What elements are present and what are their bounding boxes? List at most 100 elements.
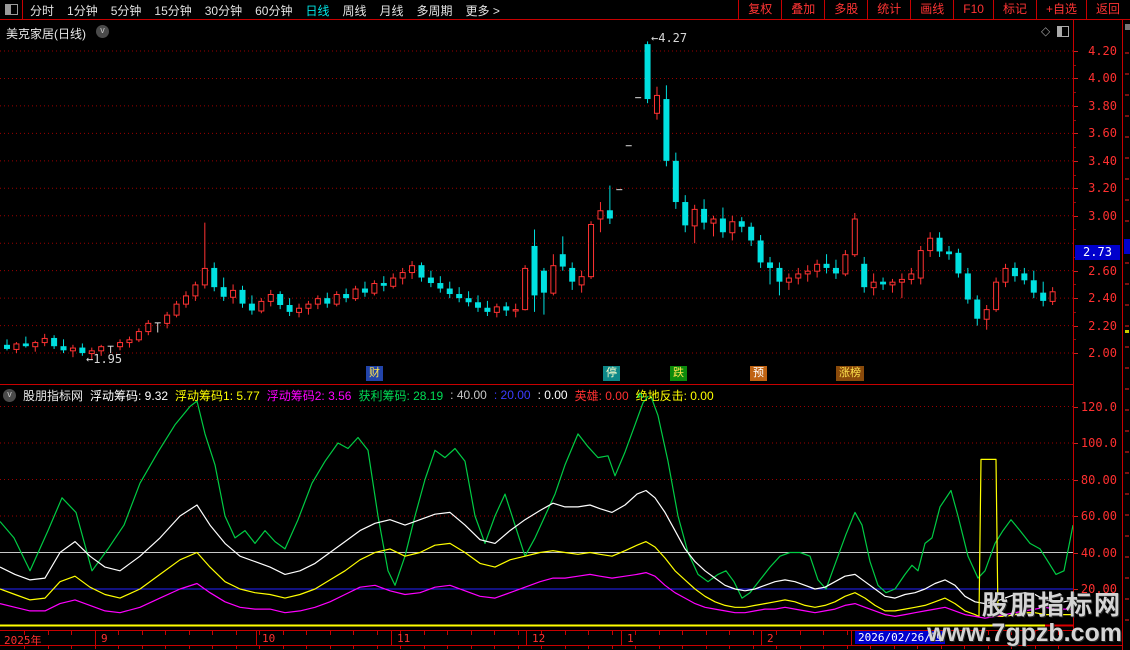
sliver-tick (189, 646, 190, 649)
price-minor-tick (1074, 229, 1076, 230)
date-minor-tick (753, 631, 754, 635)
date-minor-tick (283, 631, 284, 635)
price-label-4.00: 4.00 (1075, 71, 1117, 85)
sliver-tick (612, 646, 613, 649)
indicator-value-8: 绝地反击: 0.00 (636, 387, 714, 404)
info-badge-2[interactable]: 跌 (670, 366, 687, 381)
toolbar-button-1[interactable]: 叠加 (781, 0, 824, 20)
sliver-tick (682, 646, 683, 649)
toolbar-button-7[interactable]: +自选 (1036, 0, 1086, 20)
price-tick (1074, 271, 1078, 272)
date-minor-tick (306, 631, 307, 635)
indicator-tick (1074, 516, 1078, 517)
price-label-3.80: 3.80 (1075, 99, 1117, 113)
tab-9[interactable]: 多周期 (417, 2, 453, 19)
clipped-text-mark (1125, 577, 1129, 579)
tab-1[interactable]: 1分钟 (67, 2, 98, 19)
sliver-tick (635, 646, 636, 649)
toolbar-button-4[interactable]: 画线 (910, 0, 953, 20)
sliver-tick (118, 646, 119, 649)
indicator-tick (1074, 443, 1078, 444)
clipped-text-mark (1125, 556, 1129, 558)
clipped-text-mark (1125, 535, 1129, 537)
indicator-value-6: : 0.00 (538, 388, 568, 402)
date-label-6: 2 (767, 632, 774, 645)
split-panel-icon[interactable] (1057, 26, 1069, 37)
info-badge-0[interactable]: 财 (366, 366, 383, 381)
date-minor-tick (588, 631, 589, 635)
indicator-value-2: 浮动筹码2: 3.56 (267, 387, 352, 404)
tab-2[interactable]: 5分钟 (111, 2, 142, 19)
collapsed-right-panel[interactable] (1122, 20, 1130, 650)
chevron-down-icon[interactable]: v (3, 389, 16, 402)
toolbar-button-0[interactable]: 复权 (738, 0, 781, 20)
sliver-tick (518, 646, 519, 649)
watermark-url: www.7gpzb.com (927, 620, 1122, 646)
tab-7[interactable]: 周线 (342, 2, 366, 19)
date-major-tick (526, 631, 527, 645)
date-minor-tick (612, 631, 613, 635)
date-minor-tick (847, 631, 848, 635)
toolbar-button-2[interactable]: 多股 (824, 0, 867, 20)
info-badge-4[interactable]: 涨榜 (836, 366, 864, 381)
clipped-text-mark (1125, 346, 1129, 348)
price-tick (1074, 188, 1078, 189)
sliver-tick (48, 646, 49, 649)
indicator-svg (0, 396, 1073, 631)
toolbar-button-5[interactable]: F10 (953, 0, 993, 20)
indicator-value-3: 获利筹码: 28.19 (358, 387, 443, 404)
mini-icon (1125, 24, 1130, 30)
info-badge-1[interactable]: 停 (603, 366, 620, 381)
tab-8[interactable]: 月线 (380, 2, 404, 19)
date-label-0: 2025年 (4, 632, 42, 648)
tab-0[interactable]: 分时 (30, 2, 54, 19)
date-minor-tick (682, 631, 683, 635)
layout-icon[interactable] (5, 4, 18, 15)
tab-5[interactable]: 60分钟 (255, 2, 292, 19)
price-label-2.00: 2.00 (1075, 346, 1117, 360)
chevron-down-icon[interactable]: v (96, 25, 109, 38)
tab-6[interactable]: 日线 (305, 2, 329, 19)
sliver-tick (95, 646, 96, 649)
diamond-icon[interactable]: ◇ (1041, 24, 1050, 38)
price-label-4.20: 4.20 (1075, 44, 1117, 58)
sliver-tick (823, 646, 824, 649)
sliver-tick (706, 646, 707, 649)
clipped-text-mark (1125, 199, 1129, 201)
price-axis[interactable]: 4.204.003.803.603.403.203.002.602.402.20… (1073, 20, 1122, 631)
price-tick (1074, 78, 1078, 79)
toolbar-right-buttons: 复权叠加多股统计画线F10标记+自选返回 (738, 0, 1129, 20)
info-badge-3[interactable]: 预 (750, 366, 767, 381)
clipped-text-mark (1125, 136, 1129, 138)
tab-3[interactable]: 15分钟 (154, 2, 191, 19)
date-minor-tick (659, 631, 660, 635)
date-minor-tick (800, 631, 801, 635)
toolbar-button-3[interactable]: 统计 (867, 0, 910, 20)
price-label-2.40: 2.40 (1075, 291, 1117, 305)
indicator-tick (1074, 480, 1078, 481)
clipped-text-mark (1125, 430, 1129, 432)
price-label-3.00: 3.00 (1075, 209, 1117, 223)
high-annotation: ←4.27 (651, 31, 687, 45)
price-label-3.20: 3.20 (1075, 181, 1117, 195)
date-label-1: 9 (101, 632, 108, 645)
tab-10[interactable]: 更多 > (466, 2, 500, 19)
sliver-tick (588, 646, 589, 649)
clipped-text-mark (1125, 514, 1129, 516)
toolbar-button-8[interactable]: 返回 (1086, 0, 1129, 20)
toolbar-button-6[interactable]: 标记 (993, 0, 1036, 20)
price-minor-tick (1074, 202, 1076, 203)
price-minor-tick (1074, 92, 1076, 93)
price-tick (1074, 298, 1078, 299)
indicator-header: v 股朋指标网 浮动筹码: 9.32浮动筹码1: 5.77浮动筹码2: 3.56… (0, 385, 1076, 405)
sliver-tick (212, 646, 213, 649)
date-major-tick (95, 631, 96, 645)
price-minor-tick (1074, 284, 1076, 285)
clipped-text-mark (1125, 178, 1129, 180)
tab-4[interactable]: 30分钟 (205, 2, 242, 19)
date-minor-tick (518, 631, 519, 635)
price-tick (1074, 353, 1078, 354)
clipped-text-mark (1125, 619, 1129, 621)
indicator-title[interactable]: 股朋指标网 (23, 387, 83, 404)
date-minor-tick (236, 631, 237, 635)
